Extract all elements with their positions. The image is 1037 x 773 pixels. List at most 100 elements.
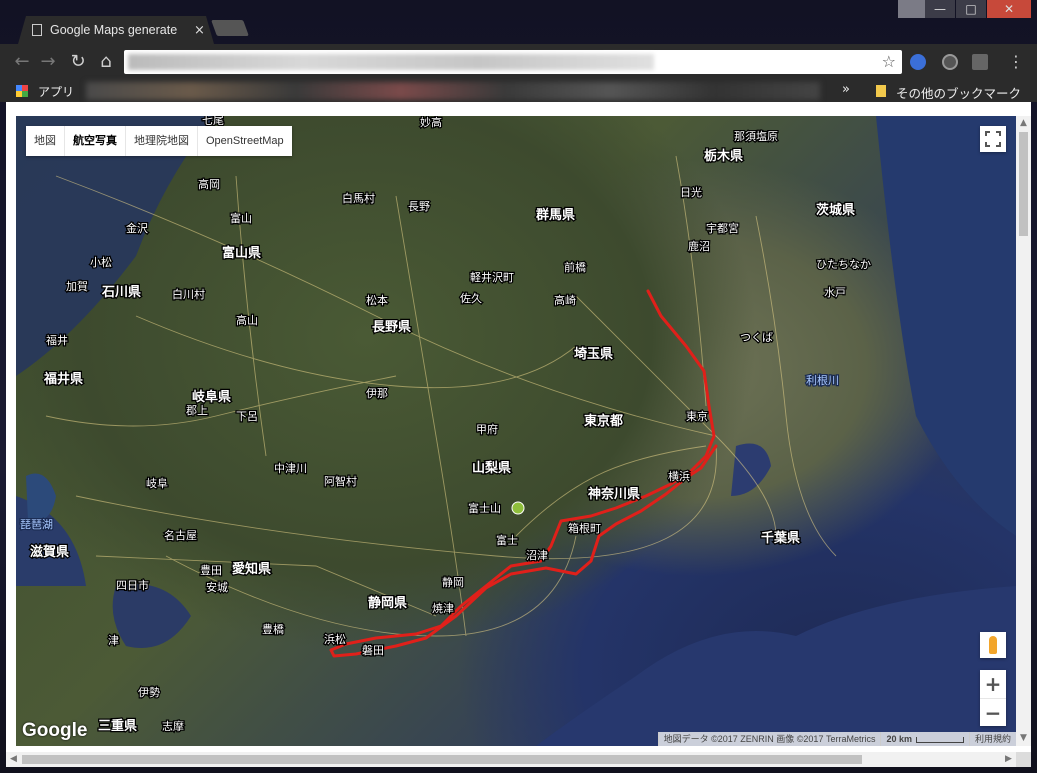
window-controls: — □ ✕	[924, 0, 1031, 18]
label-anjo: 安城	[206, 580, 228, 594]
map-overlay: 栃木県 茨城県 群馬県 富山県 石川県 長野県 埼玉県 福井県 岐阜県 東京都 …	[16, 116, 1016, 746]
new-tab-button[interactable]	[211, 20, 249, 36]
label-nasushiobara: 那須塩原	[734, 129, 778, 143]
label-maebashi: 前橋	[564, 260, 586, 274]
label-yamanashi: 山梨県	[472, 460, 511, 476]
vertical-scrollbar[interactable]: ▲ ▼	[1016, 116, 1031, 746]
label-toyama-city: 富山	[230, 211, 252, 225]
tab-close-icon[interactable]: ×	[194, 23, 205, 38]
label-gujo: 郡上	[186, 404, 208, 417]
label-nagano-city: 長野	[408, 200, 430, 213]
browser-tab[interactable]: Google Maps generate ×	[18, 16, 214, 44]
label-shima: 志摩	[162, 719, 184, 733]
apps-label[interactable]: アプリ	[38, 83, 74, 100]
label-yokohama: 横浜	[668, 469, 690, 483]
label-biwako: 琵琶湖	[20, 518, 53, 531]
zoom-out-button[interactable]: −	[980, 699, 1006, 727]
street-view-pegman-button[interactable]	[980, 632, 1006, 658]
label-gero: 下呂	[236, 410, 258, 423]
map-type-osm[interactable]: OpenStreetMap	[198, 126, 292, 156]
horizontal-scroll-thumb[interactable]	[22, 755, 862, 764]
menu-kebab-icon[interactable]: ⋮	[1004, 50, 1028, 74]
pegman-icon	[989, 636, 997, 654]
label-nagoya: 名古屋	[164, 528, 197, 542]
label-numazu: 沼津	[526, 548, 548, 562]
page-icon	[32, 24, 42, 36]
label-komatsu: 小松	[90, 255, 112, 269]
terms-link[interactable]: 利用規約	[968, 732, 1016, 746]
label-toyota: 豊田	[200, 564, 222, 577]
label-myoko: 妙高	[420, 116, 442, 129]
close-window-button[interactable]: ✕	[987, 0, 1031, 18]
minimize-button[interactable]: —	[925, 0, 955, 18]
bookmark-star-icon[interactable]: ☆	[882, 50, 896, 74]
zoom-control: + −	[980, 670, 1006, 726]
label-kofu: 甲府	[476, 422, 498, 436]
label-tsu: 津	[108, 634, 119, 647]
browser-window: — □ ✕ Google Maps generate × ← → ↻ ⌂ ☆ ⋮…	[0, 0, 1037, 773]
label-hakone: 箱根町	[568, 521, 601, 535]
map-type-roadmap[interactable]: 地図	[26, 126, 65, 156]
tab-title: Google Maps generate	[50, 23, 178, 37]
label-karuizawa: 軽井沢町	[470, 270, 514, 284]
label-kanagawa: 神奈川県	[588, 486, 640, 502]
redacted-bookmarks	[86, 82, 820, 100]
maximize-button[interactable]: □	[956, 0, 986, 18]
home-icon[interactable]: ⌂	[94, 50, 118, 74]
label-takayama: 高山	[236, 313, 258, 327]
bookmarks-overflow-button[interactable]: »	[842, 82, 850, 97]
extension-circle-icon[interactable]	[942, 54, 958, 70]
label-yokkaichi: 四日市	[116, 578, 149, 592]
label-gifu-city: 岐阜	[146, 477, 168, 490]
label-hamamatsu: 浜松	[324, 632, 346, 646]
apps-grid-icon[interactable]	[16, 85, 28, 97]
label-chiba: 千葉県	[761, 530, 800, 546]
label-gifu: 岐阜県	[192, 389, 231, 405]
tokyo-bay	[731, 443, 771, 496]
label-iwata: 磐田	[362, 643, 384, 657]
page-content: 栃木県 茨城県 群馬県 富山県 石川県 長野県 埼玉県 福井県 岐阜県 東京都 …	[6, 102, 1031, 756]
redacted-url	[128, 54, 654, 70]
ise-bay	[112, 584, 191, 648]
fullscreen-button[interactable]	[980, 126, 1006, 152]
extension-ie-icon[interactable]	[910, 54, 926, 70]
google-logo: Google	[22, 720, 88, 741]
reload-icon[interactable]: ↻	[66, 50, 90, 74]
scroll-down-arrow-icon[interactable]: ▼	[1016, 731, 1031, 746]
label-toyama: 富山県	[222, 245, 261, 261]
vertical-scroll-thumb[interactable]	[1019, 132, 1028, 236]
label-gunma: 群馬県	[536, 207, 575, 223]
scroll-right-arrow-icon[interactable]: ▶	[1001, 752, 1016, 767]
back-icon[interactable]: ←	[10, 50, 34, 74]
label-nikko: 日光	[680, 185, 702, 199]
map-attribution: 地図データ ©2017 ZENRIN 画像 ©2017 TerraMetrics	[657, 732, 881, 746]
extension-square-icon[interactable]	[972, 54, 988, 70]
scrollbar-corner	[1016, 752, 1031, 767]
scroll-left-arrow-icon[interactable]: ◀	[6, 752, 21, 767]
label-hitachinaka: ひたちなか	[816, 258, 871, 271]
zoom-in-button[interactable]: +	[980, 670, 1006, 698]
label-takasaki: 高崎	[554, 293, 576, 307]
other-bookmarks-button[interactable]: その他のブックマーク	[896, 83, 1021, 102]
label-fuji: 富士	[496, 533, 518, 547]
label-matsumoto: 松本	[366, 293, 388, 307]
address-bar[interactable]: ☆	[124, 50, 902, 74]
map-type-satellite[interactable]: 航空写真	[65, 126, 126, 156]
label-ise: 伊勢	[138, 685, 160, 699]
scale-indicator[interactable]: 20 km	[880, 732, 969, 746]
map-type-control: 地図 航空写真 地理院地図 OpenStreetMap	[26, 126, 292, 156]
map-canvas[interactable]: 栃木県 茨城県 群馬県 富山県 石川県 長野県 埼玉県 福井県 岐阜県 東京都 …	[16, 116, 1016, 746]
horizontal-scrollbar[interactable]: ◀ ▶	[6, 752, 1016, 767]
label-yaizu: 焼津	[432, 602, 454, 615]
forward-icon[interactable]: →	[36, 50, 60, 74]
toolbar: ← → ↻ ⌂ ☆ ⋮	[0, 44, 1037, 80]
map-type-gsi[interactable]: 地理院地図	[126, 126, 198, 156]
label-tsukuba: つくば	[740, 331, 773, 344]
label-ishikawa: 石川県	[101, 285, 141, 300]
fullscreen-icon	[985, 131, 1001, 147]
scroll-up-arrow-icon[interactable]: ▲	[1016, 116, 1031, 131]
map-attribution-bar: 地図データ ©2017 ZENRIN 画像 ©2017 TerraMetrics…	[657, 732, 1016, 746]
label-aichi: 愛知県	[232, 561, 271, 577]
label-kanuma: 鹿沼	[688, 239, 710, 253]
label-nakatsugawa: 中津川	[274, 462, 307, 475]
